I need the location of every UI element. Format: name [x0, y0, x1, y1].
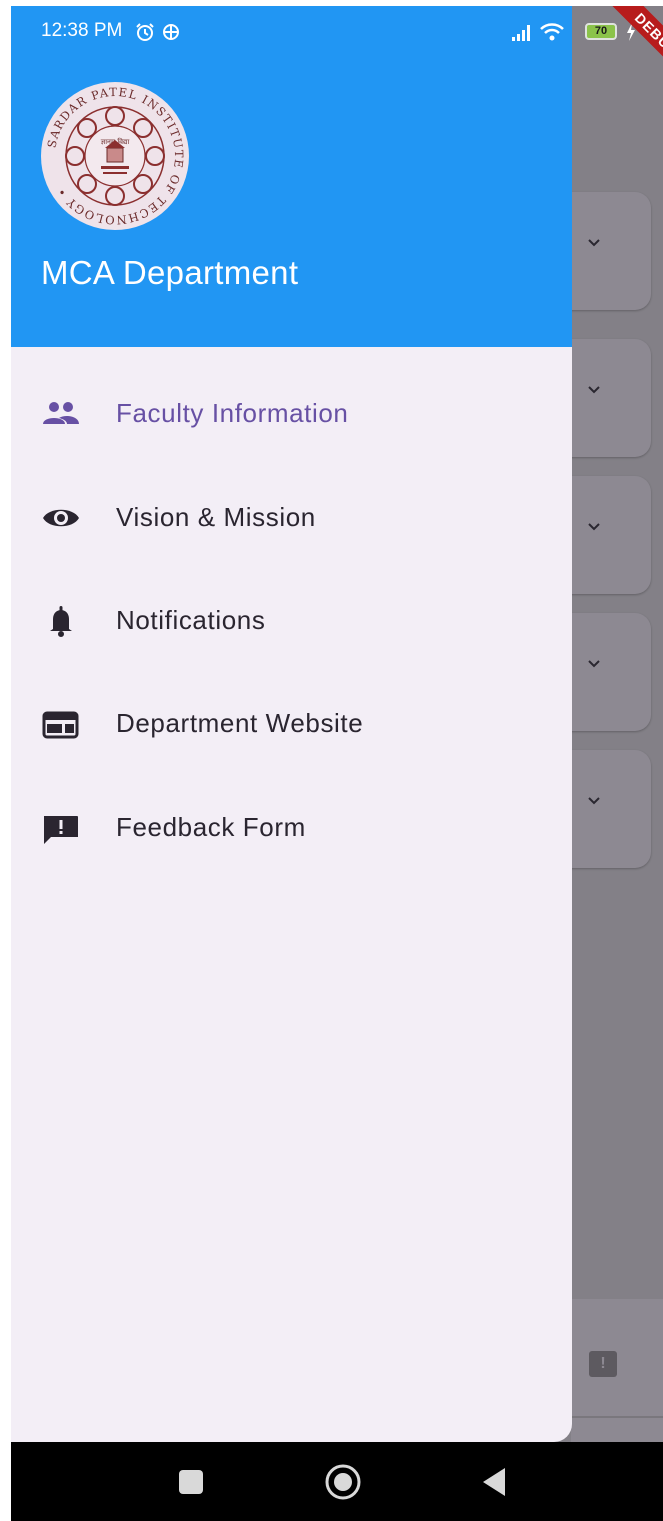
chevron-down-icon — [588, 523, 600, 531]
menu-item-label: Department Website — [116, 708, 364, 738]
menu-item-notifications[interactable]: Notifications — [11, 581, 572, 661]
menu-item-vision-mission[interactable]: Vision & Mission — [11, 478, 572, 558]
phone-screen: ! SARDAR PATEL INSTITUTE OF TECHNOLOGY • — [11, 6, 663, 1521]
menu-item-label: Feedback Form — [116, 812, 306, 842]
alarm-icon — [136, 23, 154, 41]
institute-logo: SARDAR PATEL INSTITUTE OF TECHNOLOGY • ज… — [41, 82, 189, 230]
battery-icon: 70 — [585, 23, 617, 40]
bell-icon — [50, 606, 72, 637]
web-icon — [42, 711, 79, 739]
menu-item-faculty-information[interactable]: Faculty Information — [11, 374, 572, 454]
drawer-title: MCA Department — [41, 254, 299, 291]
feedback-icon: ! — [589, 1351, 617, 1377]
signal-icon — [512, 25, 530, 41]
menu-item-department-website[interactable]: Department Website — [11, 684, 572, 764]
system-navigation-bar — [11, 1442, 663, 1521]
recents-button[interactable] — [171, 1462, 211, 1502]
divider — [571, 1416, 663, 1418]
vpn-icon — [163, 24, 179, 40]
background-bottom-bar: ! — [571, 1299, 663, 1442]
back-button[interactable] — [477, 1462, 517, 1502]
home-button[interactable] — [323, 1462, 363, 1502]
people-icon — [43, 402, 79, 424]
menu-item-label: Vision & Mission — [116, 502, 316, 532]
menu-item-feedback-form[interactable]: Feedback Form — [11, 788, 572, 868]
status-time: 12:38 PM — [41, 20, 123, 41]
menu-item-label: Faculty Information — [116, 398, 349, 428]
status-bar: 12:38 PM 70 — [11, 6, 663, 58]
chevron-down-icon — [588, 797, 600, 805]
square-icon — [179, 1470, 203, 1494]
chevron-down-icon — [588, 386, 600, 394]
chevron-down-icon — [588, 239, 600, 247]
institute-seal-icon: SARDAR PATEL INSTITUTE OF TECHNOLOGY • ज… — [43, 84, 187, 228]
eye-icon — [43, 509, 79, 527]
feedback-icon — [44, 816, 78, 844]
wifi-icon — [540, 23, 564, 41]
menu-item-label: Notifications — [116, 605, 266, 635]
circle-icon — [325, 1464, 361, 1500]
back-triangle-icon — [483, 1468, 505, 1496]
chevron-down-icon — [588, 660, 600, 668]
navigation-drawer: SARDAR PATEL INSTITUTE OF TECHNOLOGY • ज… — [11, 6, 572, 1442]
